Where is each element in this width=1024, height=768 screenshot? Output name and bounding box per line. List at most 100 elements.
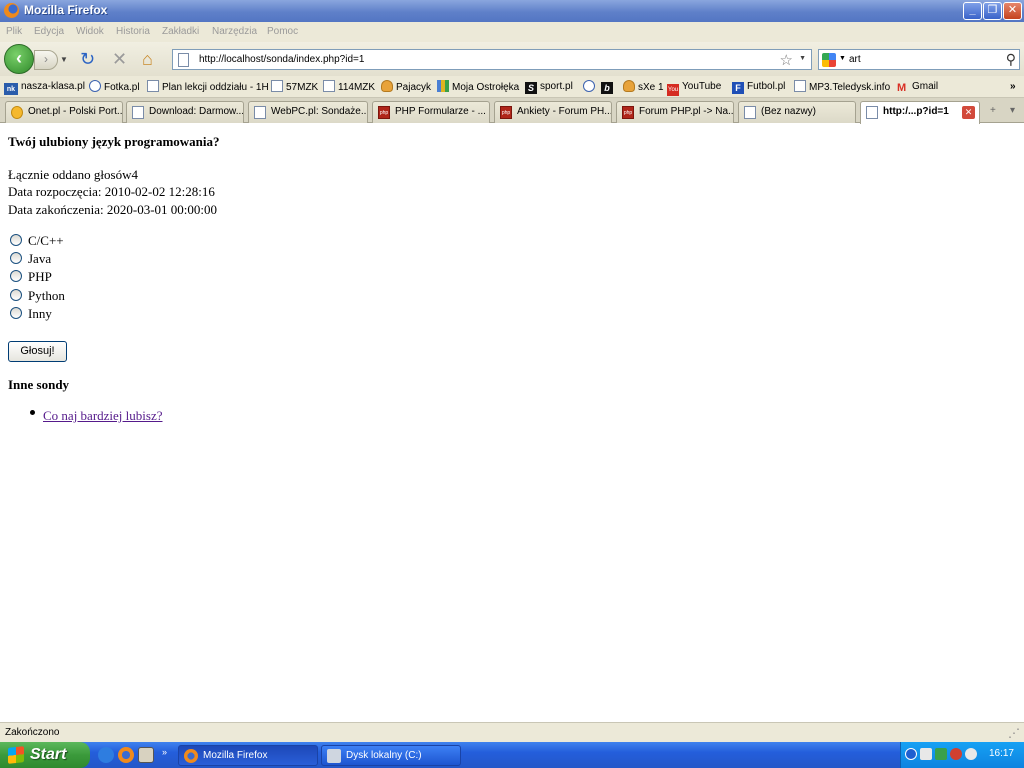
back-button[interactable]: ‹ xyxy=(4,44,34,74)
bookmark-item[interactable]: Ssport.pl xyxy=(525,80,573,94)
vote-button[interactable]: Głosuj! xyxy=(8,341,67,362)
tab-list-icon[interactable]: ▾ xyxy=(1010,105,1015,116)
page-icon xyxy=(794,80,806,92)
menu-bookmarks[interactable]: Zakładki xyxy=(162,26,199,37)
desktop-quicklaunch-icon[interactable] xyxy=(138,747,154,763)
bookmark-item[interactable]: Moja Ostrołęka xyxy=(437,80,519,94)
address-bar[interactable]: http://localhost/sonda/index.php?id=1 ☆ … xyxy=(172,49,812,70)
tab-webpc[interactable]: WebPC.pl: Sondaże... xyxy=(248,101,368,123)
bookmark-item[interactable]: Fotka.pl xyxy=(89,80,140,94)
engine-dropdown-icon[interactable]: ▼ xyxy=(839,55,846,62)
other-polls-heading: Inne sondy xyxy=(8,377,70,392)
futbol-icon: F xyxy=(732,82,744,94)
firefox-icon xyxy=(184,749,198,763)
radio-button[interactable] xyxy=(10,307,22,319)
tab-onet[interactable]: Onet.pl - Polski Port... xyxy=(5,101,123,123)
poll-option[interactable]: Java xyxy=(10,250,51,267)
firefox-quicklaunch-icon[interactable] xyxy=(118,747,134,763)
tab-php-formularze[interactable]: php PHP Formularze - ... xyxy=(372,101,490,123)
menu-bar: Plik Edycja Widok Historia Zakładki Narz… xyxy=(0,22,1024,42)
bookmark-item[interactable]: 114MZK xyxy=(323,80,375,94)
menu-history[interactable]: Historia xyxy=(116,26,150,37)
resize-grip-icon[interactable]: ⋰ xyxy=(1008,726,1020,740)
volume-icon[interactable] xyxy=(965,748,977,760)
poll-votes-total: Łącznie oddano głosów4 xyxy=(8,167,138,182)
ie-quicklaunch-icon[interactable] xyxy=(98,747,114,763)
bookmarks-toolbar: nk nasza-klasa.pl Fotka.pl Plan lekcji od… xyxy=(0,76,1024,98)
home-icon[interactable]: ⌂ xyxy=(142,50,153,68)
radio-button[interactable] xyxy=(10,252,22,264)
fotka-icon xyxy=(89,80,101,92)
tab-download[interactable]: Download: Darmow... xyxy=(126,101,244,123)
close-tab-icon[interactable]: ✕ xyxy=(962,106,975,119)
radio-button[interactable] xyxy=(10,234,22,246)
system-tray: 16:17 xyxy=(900,742,1024,768)
tab-active[interactable]: http:/...p?id=1 ✕ xyxy=(860,101,980,124)
reload-icon[interactable]: ↻ xyxy=(80,50,95,68)
bookmark-item[interactable]: F Futbol.pl xyxy=(732,80,785,94)
task-firefox[interactable]: Mozilla Firefox xyxy=(178,745,318,766)
search-icon[interactable]: ⚲ xyxy=(1006,51,1016,68)
tray-arrow-icon[interactable] xyxy=(905,748,917,760)
bookmark-item[interactable]: You YouTube xyxy=(667,80,721,96)
bookmark-item[interactable]: sXe 1 xyxy=(623,80,664,94)
radio-button[interactable] xyxy=(10,289,22,301)
poll-question: Twój ulubiony język programowania? xyxy=(8,134,220,149)
restore-button[interactable]: ❐ xyxy=(983,2,1002,20)
bookmark-item[interactable]: Pajacyk xyxy=(381,80,431,94)
bookmark-item[interactable]: M Gmail xyxy=(897,80,938,94)
start-button[interactable]: Start xyxy=(0,742,90,768)
menu-view[interactable]: Widok xyxy=(76,26,104,37)
clock: 16:17 xyxy=(988,748,1014,759)
bookmarks-overflow-icon[interactable]: » xyxy=(1010,80,1016,94)
quicklaunch-overflow-icon[interactable]: » xyxy=(162,747,167,757)
poll-option[interactable]: C/C++ xyxy=(10,232,64,249)
tab-bez-nazwy[interactable]: (Bez nazwy) xyxy=(738,101,856,123)
title-bar: Mozilla Firefox _ ❐ ✕ xyxy=(0,0,1024,22)
tab-bar: Onet.pl - Polski Port... Download: Darmo… xyxy=(0,98,1024,124)
address-url: http://localhost/sonda/index.php?id=1 xyxy=(199,54,365,65)
forward-button[interactable]: › xyxy=(34,50,58,70)
poll-option[interactable]: PHP xyxy=(10,268,52,285)
page-icon xyxy=(132,106,144,119)
tray-app-icon[interactable] xyxy=(935,748,947,760)
firefox-logo-icon xyxy=(4,3,19,18)
menu-file[interactable]: Plik xyxy=(6,26,22,37)
bookmark-item[interactable]: nk nasza-klasa.pl xyxy=(4,80,85,95)
poll-option[interactable]: Inny xyxy=(10,305,52,322)
close-window-button[interactable]: ✕ xyxy=(1003,2,1022,20)
status-text: Zakończono xyxy=(5,727,60,738)
minimize-button[interactable]: _ xyxy=(963,2,982,20)
page-content: Twój ulubiony język programowania? Łączn… xyxy=(0,124,1024,722)
tab-forum-php[interactable]: php Forum PHP.pl -> Na... xyxy=(616,101,734,123)
menu-edit[interactable]: Edycja xyxy=(34,26,64,37)
windows-logo-icon xyxy=(8,746,24,764)
bookmark-item[interactable]: MP3.Teledysk.info xyxy=(794,80,890,94)
tab-ankiety[interactable]: php Ankiety - Forum PH... xyxy=(494,101,612,123)
google-engine-icon[interactable] xyxy=(822,53,836,67)
history-dropdown-icon[interactable]: ▼ xyxy=(60,55,68,64)
bookmark-globe-icon[interactable] xyxy=(583,80,598,94)
task-local-disk[interactable]: Dysk lokalny (C:) xyxy=(321,745,461,766)
page-icon xyxy=(866,106,878,119)
bookmark-item[interactable]: 57MZK xyxy=(271,80,318,94)
page-icon xyxy=(744,106,756,119)
menu-tools[interactable]: Narzędzia xyxy=(212,26,257,37)
search-input[interactable] xyxy=(849,52,999,67)
page-icon xyxy=(271,80,283,92)
stop-icon[interactable]: ✕ xyxy=(112,50,127,68)
bookmark-star-icon[interactable]: ☆ xyxy=(780,51,793,69)
radio-button[interactable] xyxy=(10,270,22,282)
nk-icon: nk xyxy=(4,83,18,95)
php-icon: php xyxy=(622,106,634,119)
antivirus-icon[interactable] xyxy=(950,748,962,760)
poll-option[interactable]: Python xyxy=(10,287,65,304)
menu-help[interactable]: Pomoc xyxy=(267,26,298,37)
taskbar: Start » Mozilla Firefox Dysk lokalny (C:… xyxy=(0,742,1024,768)
bookmark-item[interactable]: Plan lekcji oddziału - 1H xyxy=(147,80,269,94)
bookmark-b-icon[interactable]: b xyxy=(601,80,616,94)
url-dropdown-icon[interactable]: ▼ xyxy=(799,55,806,62)
other-poll-link[interactable]: Co naj bardziej lubisz? xyxy=(43,408,163,424)
new-tab-icon[interactable]: + xyxy=(990,105,996,116)
network-icon[interactable] xyxy=(920,748,932,760)
